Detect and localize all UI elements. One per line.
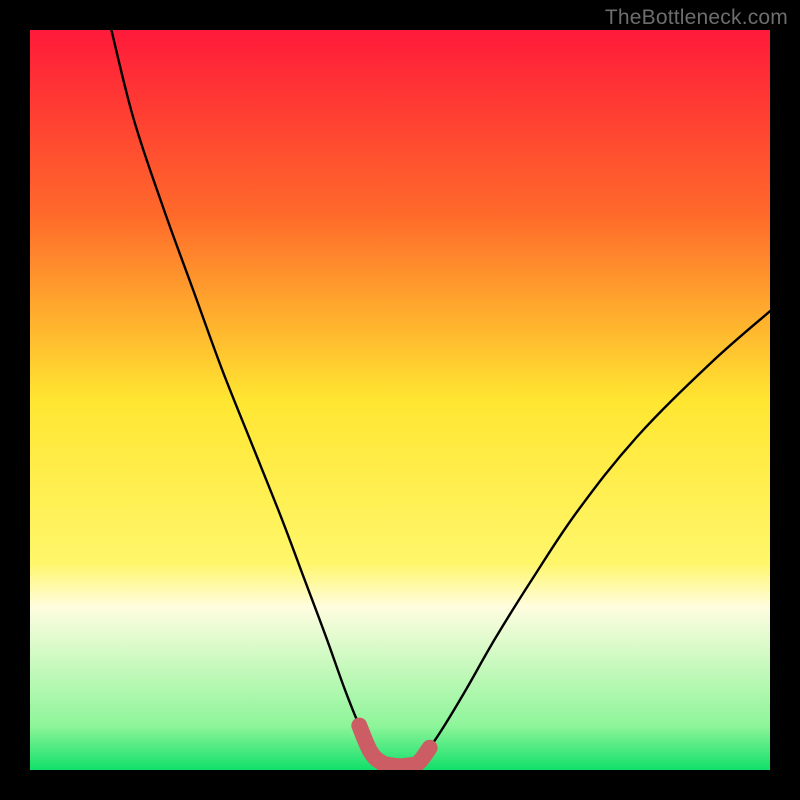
watermark-text: TheBottleneck.com: [605, 6, 788, 30]
chart-frame: TheBottleneck.com: [0, 0, 800, 800]
chart-svg: [30, 30, 770, 770]
plot-area: [30, 30, 770, 770]
